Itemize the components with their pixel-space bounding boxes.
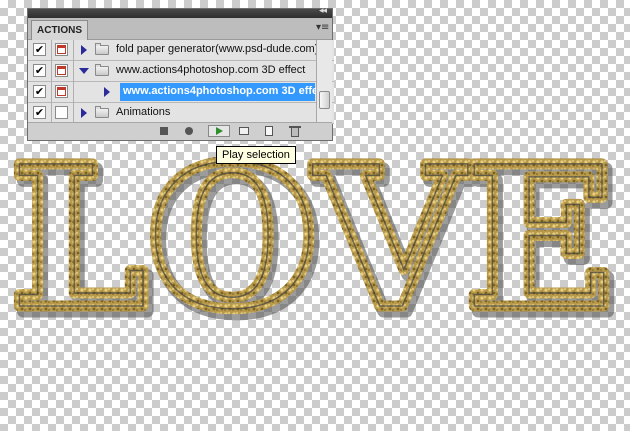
dialog-toggle-icon[interactable] [55,85,68,98]
collapse-panel-icon[interactable]: ◂◂ [319,6,327,16]
action-set-label: Animations [116,106,171,118]
action-set-row[interactable]: ✔ Animations [28,103,334,124]
collapse-triangle-icon[interactable] [79,68,89,74]
panel-menu-icon[interactable]: ▾≡ [316,21,329,35]
actions-list: ✔ fold paper generator(www.psd-dude.com)… [28,40,334,124]
column-divider [73,61,74,82]
dialog-toggle-empty[interactable] [55,106,68,119]
actions-panel: ◂◂ ACTIONS ▾≡ ✔ fold paper generator(www… [27,6,334,141]
trash-icon[interactable] [288,125,302,137]
vertical-scrollbar[interactable] [316,40,332,124]
toggle-item-checkbox[interactable]: ✔ [33,106,46,119]
dialog-toggle-icon[interactable] [55,64,68,77]
expand-triangle-icon[interactable] [81,45,87,55]
column-divider [51,103,52,124]
action-set-label: www.actions4photoshop.com 3D effect [116,64,306,76]
record-icon[interactable] [182,125,196,137]
folder-icon [95,106,109,118]
new-set-icon[interactable] [237,125,251,137]
toggle-item-checkbox[interactable]: ✔ [33,85,46,98]
love-inner-line: LOVE [10,123,613,352]
play-selection-tooltip: Play selection [216,146,296,164]
dialog-toggle-icon[interactable] [55,43,68,56]
folder-icon [95,43,109,55]
panel-title-bar[interactable]: ◂◂ [28,6,332,18]
column-divider [51,82,52,103]
folder-icon [95,64,109,76]
panel-tab-strip: ACTIONS ▾≡ [28,18,332,40]
action-label: www.actions4photoshop.com 3D effect [123,85,328,97]
new-action-icon[interactable] [262,125,276,137]
column-divider [51,40,52,61]
action-row-selected[interactable]: ✔ www.actions4photoshop.com 3D effect [28,82,334,103]
stop-icon[interactable] [157,125,171,137]
toggle-item-checkbox[interactable]: ✔ [33,64,46,77]
expand-triangle-icon[interactable] [104,87,110,97]
expand-triangle-icon[interactable] [81,108,87,118]
tab-actions[interactable]: ACTIONS [31,20,88,40]
action-set-row[interactable]: ✔ fold paper generator(www.psd-dude.com) [28,40,334,61]
action-set-row[interactable]: ✔ www.actions4photoshop.com 3D effect [28,61,334,82]
column-divider [73,40,74,61]
column-divider [73,82,74,103]
play-selection-button[interactable] [208,125,230,137]
scroll-thumb[interactable] [319,91,330,109]
action-set-label: fold paper generator(www.psd-dude.com) [116,43,319,55]
panel-bottom-toolbar [28,122,332,140]
column-divider [51,61,52,82]
toggle-item-checkbox[interactable]: ✔ [33,43,46,56]
column-divider [73,103,74,124]
